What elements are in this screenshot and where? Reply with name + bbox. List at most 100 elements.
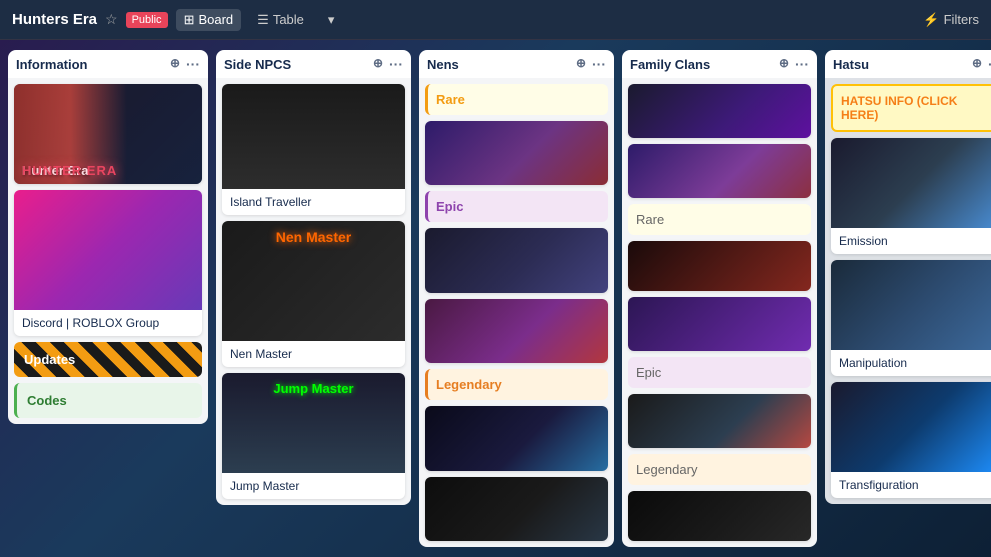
card-image-ryodan (628, 144, 811, 198)
card-image-kurapika (425, 228, 608, 292)
card-paradinight[interactable]: Paradinight (628, 297, 811, 351)
column-title-family-clans: Family Clans (630, 57, 710, 72)
card-netero[interactable]: Netero (628, 394, 811, 448)
card-hisoka[interactable]: Hisoka (425, 299, 608, 363)
column-side-npcs: Side NPCS ⊕ ··· Island Traveller Nen Mas… (216, 50, 411, 547)
column-body-nens: Rare Uvogin Epic Kurapika Hisoka Legenda… (419, 78, 614, 547)
more-icon-2[interactable]: ··· (389, 56, 403, 72)
card-emission[interactable]: Emission (831, 138, 991, 254)
column-body-hatsu: HATSU INFO (CLICK HERE) Emission Manipul… (825, 78, 991, 504)
card-label-island: Island Traveller (222, 189, 405, 215)
board-btn[interactable]: ⊞ Board (176, 9, 242, 31)
card-image-uvogin (425, 121, 608, 185)
column-title-hatsu: Hatsu (833, 57, 869, 72)
column-header-nens: Nens ⊕ ··· (419, 50, 614, 78)
add-card-icon-2[interactable]: ⊕ (373, 56, 383, 72)
card-ryodan[interactable]: Ryodan (628, 144, 811, 198)
column-nens: Nens ⊕ ··· Rare Uvogin Epic Kurapika His… (419, 50, 614, 547)
updates-label: Updates (24, 352, 75, 367)
card-label-manipulation: Manipulation (831, 350, 991, 376)
column-actions-nens: ⊕ ··· (576, 56, 606, 72)
card-image-hisoka (425, 299, 608, 363)
column-body-side-npcs: Island Traveller Nen Master Jump Master (216, 78, 411, 505)
hunter-era-label: Hunter Era (22, 163, 88, 178)
card-rarity-epic-fc[interactable]: Epic (628, 357, 811, 388)
card-image-discord (14, 190, 202, 310)
card-nen-master[interactable]: Nen Master (222, 221, 405, 367)
card-killua[interactable]: Killua (425, 406, 608, 470)
card-image-transfiguration (831, 382, 991, 472)
card-hunter-era[interactable]: Hunter Era (14, 84, 202, 184)
card-image-paradinight (628, 297, 811, 351)
card-label-emission: Emission (831, 228, 991, 254)
card-discord[interactable]: Discord | ROBLOX Group (14, 190, 202, 336)
card-rarity-rare-fc[interactable]: Rare (628, 204, 811, 235)
add-card-icon-4[interactable]: ⊕ (779, 56, 789, 72)
card-rarity-epic[interactable]: Epic (425, 191, 608, 222)
board-area: Information ⊕ ··· Hunter Era Discord | R… (0, 40, 991, 557)
column-actions-family-clans: ⊕ ··· (779, 56, 809, 72)
table-btn[interactable]: ☰ Table (249, 9, 312, 31)
column-header-hatsu: Hatsu ⊕ ··· (825, 50, 991, 78)
visibility-badge: Public (126, 12, 168, 28)
card-kurapika[interactable]: Kurapika (425, 228, 608, 292)
codes-label: Codes (27, 393, 67, 408)
card-image-jump-master (222, 373, 405, 473)
card-gon[interactable]: Gon (425, 477, 608, 541)
column-hatsu: Hatsu ⊕ ··· HATSU INFO (CLICK HERE) Emis… (825, 50, 991, 547)
expand-btn[interactable]: ▾ (320, 9, 343, 31)
column-actions-hatsu: ⊕ ··· (972, 56, 991, 72)
column-header-family-clans: Family Clans ⊕ ··· (622, 50, 817, 78)
card-rarity-legendary[interactable]: Legendary (425, 369, 608, 400)
column-title-side-npcs: Side NPCS (224, 57, 291, 72)
card-transfiguration[interactable]: Transfiguration (831, 382, 991, 498)
card-image-emission (831, 138, 991, 228)
card-image-zoldyck (628, 491, 811, 541)
card-uvogin[interactable]: Uvogin (425, 121, 608, 185)
more-icon-4[interactable]: ··· (795, 56, 809, 72)
card-jump-master[interactable]: Jump Master (222, 373, 405, 499)
navbar: Hunters Era ☆ Public ⊞ Board ☰ Table ▾ ⚡… (0, 0, 991, 40)
card-label-transfiguration: Transfiguration (831, 472, 991, 498)
card-image-island (222, 84, 405, 189)
add-card-icon-3[interactable]: ⊕ (576, 56, 586, 72)
card-zoldyck[interactable]: Zoldyck (628, 491, 811, 541)
column-header-side-npcs: Side NPCS ⊕ ··· (216, 50, 411, 78)
board-icon: ⊞ (184, 12, 195, 28)
card-image-gon (425, 477, 608, 541)
filter-btn[interactable]: ⚡ Filters (923, 12, 979, 28)
card-image-nen-master (222, 221, 405, 341)
star-icon[interactable]: ☆ (105, 11, 118, 28)
column-actions-information: ⊕ ··· (170, 56, 200, 72)
table-icon: ☰ (257, 12, 269, 28)
card-manipulation[interactable]: Manipulation (831, 260, 991, 376)
card-label-discord: Discord | ROBLOX Group (14, 310, 202, 336)
card-bellam[interactable]: Bellam (628, 84, 811, 138)
card-island-traveller[interactable]: Island Traveller (222, 84, 405, 215)
filter-icon: ⚡ (923, 12, 939, 28)
column-family-clans: Family Clans ⊕ ··· Bellam Ryodan Rare Kr… (622, 50, 817, 547)
card-image-killua (425, 406, 608, 470)
add-card-icon-5[interactable]: ⊕ (972, 56, 982, 72)
column-actions-side-npcs: ⊕ ··· (373, 56, 403, 72)
card-image-krueger (628, 241, 811, 291)
card-updates[interactable]: Updates (14, 342, 202, 377)
card-image-hunter-era: Hunter Era (14, 84, 202, 184)
app-title: Hunters Era (12, 11, 97, 28)
column-body-family-clans: Bellam Ryodan Rare Krueger Paradinight E… (622, 78, 817, 547)
card-hatsu-info[interactable]: HATSU INFO (CLICK HERE) (831, 84, 991, 132)
card-rarity-legendary-fc[interactable]: Legendary (628, 454, 811, 485)
column-information: Information ⊕ ··· Hunter Era Discord | R… (8, 50, 208, 547)
card-rarity-rare[interactable]: Rare (425, 84, 608, 115)
more-icon[interactable]: ··· (186, 56, 200, 72)
column-header-information: Information ⊕ ··· (8, 50, 208, 78)
more-icon-3[interactable]: ··· (592, 56, 606, 72)
column-body-information: Hunter Era Discord | ROBLOX Group Update… (8, 78, 208, 424)
card-krueger[interactable]: Krueger (628, 241, 811, 291)
card-image-bellam (628, 84, 811, 138)
add-card-icon[interactable]: ⊕ (170, 56, 180, 72)
column-title-nens: Nens (427, 57, 459, 72)
card-label-nen-master: Nen Master (222, 341, 405, 367)
card-codes[interactable]: Codes (14, 383, 202, 418)
card-image-manipulation (831, 260, 991, 350)
